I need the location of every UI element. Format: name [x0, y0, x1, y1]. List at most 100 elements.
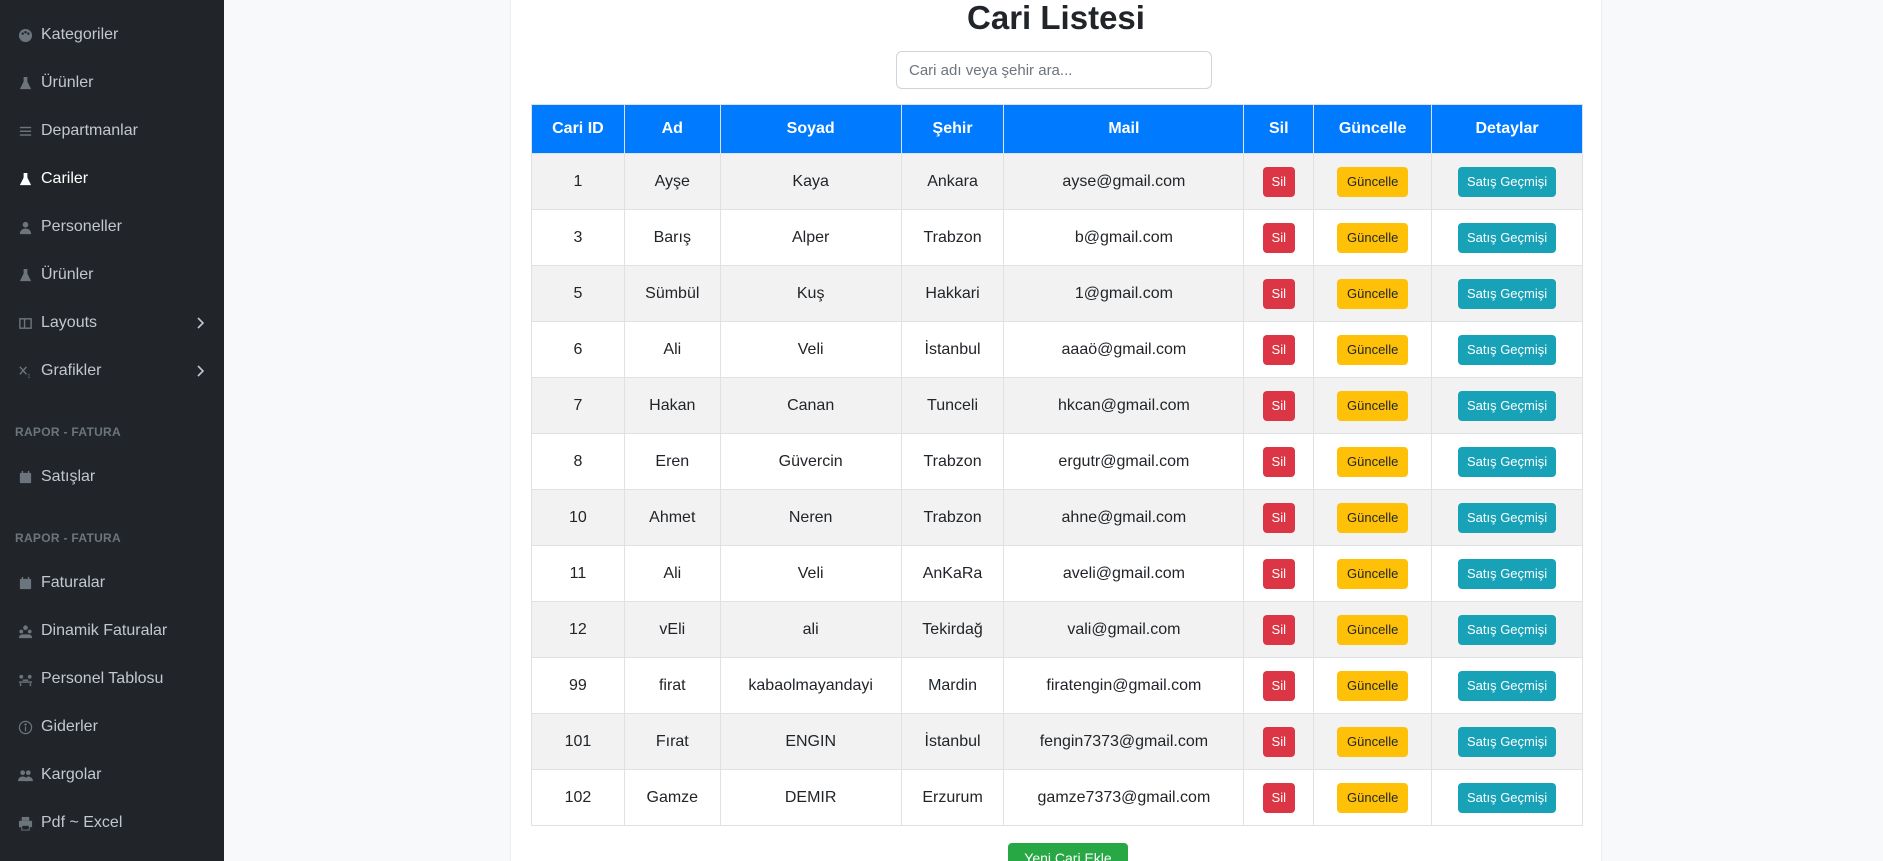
chevron-right-icon	[197, 365, 205, 377]
search-input[interactable]	[896, 51, 1212, 89]
delete-button[interactable]: Sil	[1262, 334, 1295, 365]
update-button[interactable]: Güncelle	[1337, 558, 1409, 589]
action-cell: Satış Geçmişi	[1431, 545, 1583, 602]
action-cell: Sil	[1243, 545, 1315, 602]
cell-soyad: Alper	[719, 209, 902, 266]
delete-button[interactable]: Sil	[1262, 782, 1295, 813]
sidebar-item-label: Layouts	[41, 314, 98, 331]
update-button[interactable]: Güncelle	[1337, 278, 1409, 309]
action-cell: Güncelle	[1313, 657, 1433, 714]
sidebar-item-label: Pdf ~ Excel	[41, 814, 123, 831]
action-cell: Sil	[1243, 209, 1315, 266]
sidebar-item-kargolar[interactable]: Kargolar	[0, 755, 224, 795]
action-cell: Güncelle	[1313, 601, 1433, 658]
sales-history-button[interactable]: Satış Geçmişi	[1458, 278, 1557, 309]
column-header: Cari ID	[531, 104, 625, 154]
sidebar-item-dinamik-faturalar[interactable]: Dinamik Faturalar	[0, 611, 224, 651]
cell-mail: 1@gmail.com	[1003, 265, 1245, 322]
delete-button[interactable]: Sil	[1262, 614, 1295, 645]
delete-button[interactable]: Sil	[1262, 278, 1295, 309]
sidebar-item-urunler[interactable]: Ürünler	[0, 63, 224, 103]
column-header: Soyad	[719, 104, 902, 154]
delete-button[interactable]: Sil	[1262, 558, 1295, 589]
sidebar-item-kategoriler[interactable]: Kategoriler	[0, 15, 224, 55]
cell-soyad: kabaolmayandayi	[719, 657, 902, 714]
sidebar-item-pdf-excel[interactable]: Pdf ~ Excel	[0, 803, 224, 843]
update-button[interactable]: Güncelle	[1337, 446, 1409, 477]
delete-button[interactable]: Sil	[1262, 390, 1295, 421]
sales-history-button[interactable]: Satış Geçmişi	[1458, 502, 1557, 533]
update-button[interactable]: Güncelle	[1337, 502, 1409, 533]
cell-ad: Hakan	[623, 377, 721, 434]
sidebar-item-urunler-2[interactable]: Ürünler	[0, 255, 224, 295]
table-row: 102 Gamze DEMIR Erzurum gamze7373@gmail.com S…	[531, 769, 1583, 826]
cell-id: 6	[531, 321, 625, 378]
flask-icon	[15, 265, 35, 285]
sidebar-item-personeller[interactable]: Personeller	[0, 207, 224, 247]
sidebar-item-giderler[interactable]: Giderler	[0, 707, 224, 747]
section-header: RAPOR - FATURA	[15, 531, 121, 545]
cell-soyad: Canan	[719, 377, 902, 434]
sidebar-item-layouts[interactable]: Layouts	[0, 303, 224, 343]
cell-id: 102	[531, 769, 625, 826]
delete-button[interactable]: Sil	[1262, 670, 1295, 701]
list-icon	[15, 121, 35, 141]
update-button[interactable]: Güncelle	[1337, 726, 1409, 757]
update-button[interactable]: Güncelle	[1337, 334, 1409, 365]
update-button[interactable]: Güncelle	[1337, 390, 1409, 421]
table-row: 8 Eren Güvercin Trabzon ergutr@gmail.com Sil G…	[531, 433, 1583, 490]
sidebar: Kategoriler Ürünler Departmanlar Cariler…	[0, 0, 224, 861]
cell-soyad: Veli	[719, 321, 902, 378]
sales-history-button[interactable]: Satış Geçmişi	[1458, 782, 1557, 813]
cell-ad: vEli	[623, 601, 721, 658]
sales-history-button[interactable]: Satış Geçmişi	[1458, 166, 1557, 197]
cell-mail: gamze7373@gmail.com	[1003, 769, 1245, 826]
action-cell: Satış Geçmişi	[1431, 601, 1583, 658]
update-button[interactable]: Güncelle	[1337, 670, 1409, 701]
user-icon	[15, 217, 35, 237]
cell-soyad: Güvercin	[719, 433, 902, 490]
update-button[interactable]: Güncelle	[1337, 782, 1409, 813]
cell-sehir: Ankara	[900, 153, 1005, 210]
sales-history-button[interactable]: Satış Geçmişi	[1458, 222, 1557, 253]
print-icon	[15, 813, 35, 833]
sidebar-item-label: Personel Tablosu	[41, 670, 164, 687]
action-cell: Satış Geçmişi	[1431, 657, 1583, 714]
sales-history-button[interactable]: Satış Geçmişi	[1458, 614, 1557, 645]
delete-button[interactable]: Sil	[1262, 166, 1295, 197]
cell-sehir: Tunceli	[900, 377, 1005, 434]
sidebar-item-departmanlar[interactable]: Departmanlar	[0, 111, 224, 151]
action-cell: Sil	[1243, 489, 1315, 546]
sidebar-item-faturalar[interactable]: Faturalar	[0, 563, 224, 603]
delete-button[interactable]: Sil	[1262, 446, 1295, 477]
sidebar-item-grafikler[interactable]: 1 Grafikler	[0, 351, 224, 391]
sidebar-item-label: Grafikler	[41, 362, 102, 379]
table-row: 3 Barış Alper Trabzon b@gmail.com Sil Güncelle…	[531, 209, 1583, 266]
sidebar-item-cariler[interactable]: Cariler	[0, 159, 224, 199]
sales-history-button[interactable]: Satış Geçmişi	[1458, 334, 1557, 365]
sidebar-item-satislar[interactable]: Satışlar	[0, 457, 224, 497]
sidebar-item-label: Kargolar	[41, 766, 102, 783]
cell-id: 3	[531, 209, 625, 266]
cell-soyad: Kuş	[719, 265, 902, 322]
sales-history-button[interactable]: Satış Geçmişi	[1458, 446, 1557, 477]
new-cari-button[interactable]: Yeni Cari Ekle	[1008, 843, 1128, 861]
update-button[interactable]: Güncelle	[1337, 614, 1409, 645]
sales-history-button[interactable]: Satış Geçmişi	[1458, 726, 1557, 757]
sales-history-button[interactable]: Satış Geçmişi	[1458, 390, 1557, 421]
sales-history-button[interactable]: Satış Geçmişi	[1458, 558, 1557, 589]
delete-button[interactable]: Sil	[1262, 502, 1295, 533]
content-card: Cari Listesi Cari ID Ad Soyad Şehir Mail…	[510, 0, 1602, 861]
action-cell: Sil	[1243, 657, 1315, 714]
update-button[interactable]: Güncelle	[1337, 222, 1409, 253]
update-button[interactable]: Güncelle	[1337, 166, 1409, 197]
action-cell: Güncelle	[1313, 209, 1433, 266]
cell-soyad: ali	[719, 601, 902, 658]
sidebar-item-personel-tablosu[interactable]: Personel Tablosu	[0, 659, 224, 699]
action-cell: Güncelle	[1313, 545, 1433, 602]
sales-history-button[interactable]: Satış Geçmişi	[1458, 670, 1557, 701]
cell-ad: Eren	[623, 433, 721, 490]
delete-button[interactable]: Sil	[1262, 222, 1295, 253]
table-row: 1 Ayşe Kaya Ankara ayse@gmail.com Sil Güncelle…	[531, 153, 1583, 210]
delete-button[interactable]: Sil	[1262, 726, 1295, 757]
